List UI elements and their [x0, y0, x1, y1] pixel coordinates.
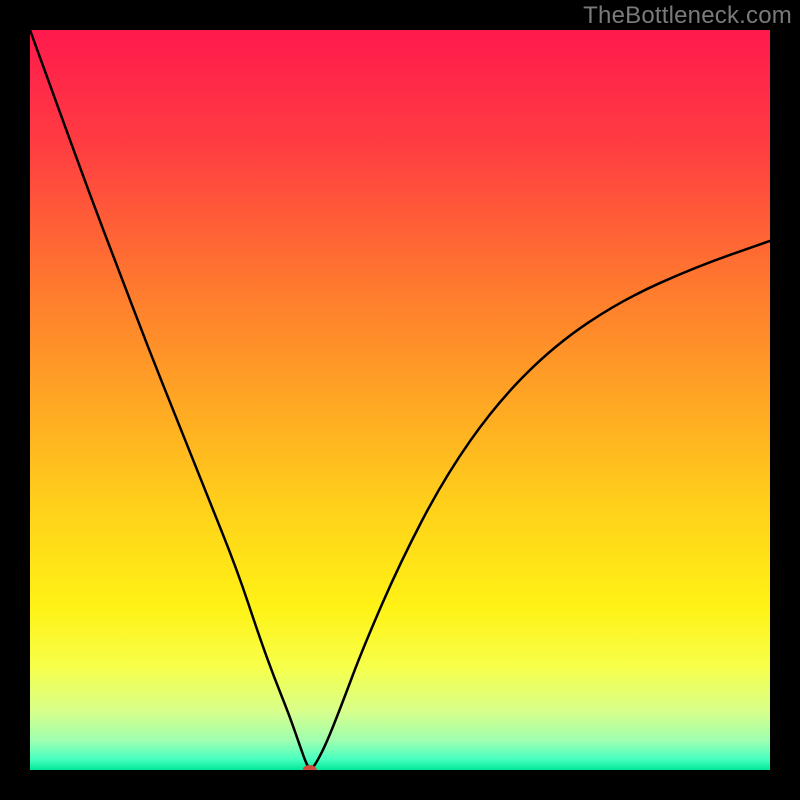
gradient-background	[30, 30, 770, 770]
bottleneck-chart	[30, 30, 770, 770]
plot-area	[30, 30, 770, 770]
watermark-text: TheBottleneck.com	[583, 2, 792, 30]
chart-frame: TheBottleneck.com	[0, 0, 800, 800]
